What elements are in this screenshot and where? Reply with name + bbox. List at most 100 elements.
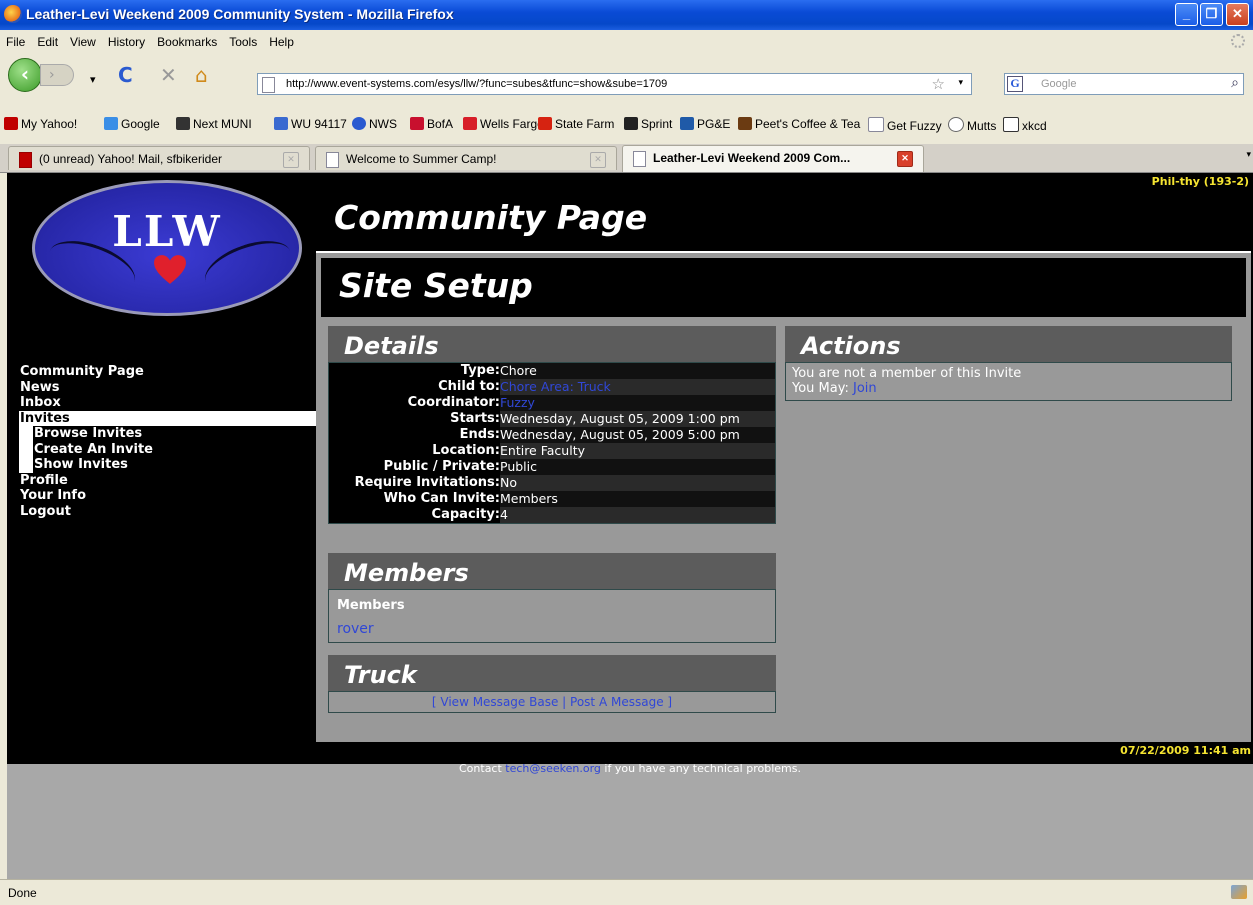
contact-email-link[interactable]: tech@seeken.org [505, 762, 601, 775]
details-row: Type: Chore [329, 363, 775, 379]
window-frame-edge [0, 173, 7, 879]
search-placeholder: Google [1041, 78, 1077, 90]
tab-close-icon[interactable]: ✕ [590, 152, 606, 168]
pge-icon [680, 117, 694, 130]
yahoo-icon [19, 152, 32, 168]
bookmark-peets[interactable]: Peet's Coffee & Tea [738, 117, 860, 131]
tab-list-dropdown-icon[interactable]: ▾ [1246, 150, 1251, 160]
window-titlebar[interactable]: Leather-Levi Weekend 2009 Community Syst… [0, 0, 1253, 30]
forward-button[interactable]: › [40, 64, 74, 86]
details-body: Type: Chore Child to: Chore Area: Truck Co… [328, 362, 776, 524]
view-message-base-link[interactable]: View Message Base [440, 695, 558, 709]
bookmark-next-muni[interactable]: Next MUNI [176, 117, 252, 131]
menu-file[interactable]: File [0, 30, 31, 49]
details-row: Public / Private: Public [329, 459, 775, 475]
nav-invites-submenu: Browse Invites Create An Invite Show Inv… [19, 426, 317, 473]
bookmark-google[interactable]: Google [104, 117, 160, 131]
details-table: Type: Chore Child to: Chore Area: Truck Co… [329, 363, 775, 523]
menu-bar: File Edit View History Bookmarks Tools Help [0, 30, 1253, 52]
bookmark-state-farm[interactable]: State Farm [538, 117, 614, 131]
current-user[interactable]: Phil-thy (193-2) [1152, 175, 1249, 188]
nav-browse-invites[interactable]: Browse Invites [33, 426, 317, 442]
mutts-icon [948, 117, 964, 132]
xkcd-icon [1003, 117, 1019, 132]
bookmark-star-icon[interactable]: ☆ [932, 75, 945, 93]
minimize-button[interactable]: _ [1175, 3, 1198, 26]
close-button[interactable]: ✕ [1226, 3, 1249, 26]
page-icon [868, 117, 884, 132]
menu-edit[interactable]: Edit [31, 30, 64, 49]
menu-history[interactable]: History [102, 30, 151, 49]
actions-body: You are not a member of this Invite You … [785, 362, 1232, 401]
yahoo-icon [4, 117, 18, 130]
tab-strip: (0 unread) Yahoo! Mail, sfbikerider ✕ We… [0, 144, 1253, 173]
truck-panel: Truck [ View Message Base | Post A Messa… [328, 655, 776, 713]
truck-body: [ View Message Base | Post A Message ] [328, 691, 776, 713]
nav-show-invites[interactable]: Show Invites [33, 457, 317, 473]
details-panel: Details Type: Chore Child to: Chore Area: … [328, 326, 776, 524]
section-header: Site Setup [321, 258, 1246, 317]
addon-status-icon[interactable] [1231, 885, 1247, 899]
bookmark-nws[interactable]: NWS [352, 117, 397, 131]
tab-summer-camp[interactable]: Welcome to Summer Camp! ✕ [315, 146, 617, 170]
bofa-icon [410, 117, 424, 130]
nav-logout[interactable]: Logout [19, 504, 317, 520]
window-title: Leather-Levi Weekend 2009 Community Syst… [26, 6, 454, 22]
nav-news[interactable]: News [19, 380, 317, 396]
child-to-link[interactable]: Chore Area: Truck [500, 379, 611, 394]
status-text: Done [8, 886, 37, 900]
bookmark-wells-fargo[interactable]: Wells Fargo [463, 117, 544, 131]
bookmark-bofa[interactable]: BofA [410, 117, 453, 131]
actions-panel: Actions You are not a member of this Inv… [785, 326, 1232, 401]
url-bar[interactable]: http://www.event-systems.com/esys/llw/?f… [257, 73, 972, 95]
bookmark-my-yahoo[interactable]: My Yahoo! [4, 117, 77, 131]
tab-llw-active[interactable]: Leather-Levi Weekend 2009 Com... ✕ [622, 145, 924, 172]
bookmark-pge[interactable]: PG&E [680, 117, 730, 131]
sprint-icon [624, 117, 638, 130]
nav-profile[interactable]: Profile [19, 473, 317, 489]
menu-tools[interactable]: Tools [223, 30, 263, 49]
home-icon[interactable]: ⌂ [195, 64, 208, 86]
stop-icon[interactable]: ✕ [160, 64, 177, 86]
bookmark-sprint[interactable]: Sprint [624, 117, 672, 131]
menu-bookmarks[interactable]: Bookmarks [151, 30, 223, 49]
nws-icon [352, 117, 366, 130]
llw-logo: LLW [32, 180, 302, 316]
join-link[interactable]: Join [853, 381, 877, 396]
menu-help[interactable]: Help [263, 30, 300, 49]
member-link[interactable]: rover [337, 621, 374, 637]
reload-icon[interactable]: C [118, 64, 133, 86]
nav-inbox[interactable]: Inbox [19, 395, 317, 411]
bookmark-xkcd[interactable]: xkcd [1003, 117, 1047, 133]
members-subheading: Members [337, 598, 405, 613]
menu-view[interactable]: View [64, 30, 102, 49]
page-title: Community Page [334, 198, 648, 237]
search-icon[interactable]: ⌕ [1231, 75, 1239, 91]
muni-icon [176, 117, 190, 130]
bookmark-get-fuzzy[interactable]: Get Fuzzy [868, 117, 942, 133]
url-dropdown-icon[interactable]: ▾ [958, 78, 963, 88]
coordinator-link[interactable]: Fuzzy [500, 395, 535, 410]
bookmark-mutts[interactable]: Mutts [948, 117, 996, 133]
post-message-link[interactable]: Post A Message [570, 695, 664, 709]
nav-your-info[interactable]: Your Info [19, 488, 317, 504]
left-navigation: Community Page News Inbox Invites Browse… [19, 364, 317, 519]
tab-close-icon[interactable]: ✕ [283, 152, 299, 168]
search-input[interactable]: G Google ⌕ [1004, 73, 1244, 95]
bookmark-wu[interactable]: WU 94117 [274, 117, 347, 131]
nav-create-invite[interactable]: Create An Invite [33, 441, 317, 457]
details-row: Child to: Chore Area: Truck [329, 379, 775, 395]
history-dropdown-icon[interactable]: ▾ [90, 69, 96, 91]
tab-close-icon[interactable]: ✕ [897, 151, 913, 167]
back-button[interactable]: ‹ [8, 58, 42, 92]
nav-invites[interactable]: Invites [19, 410, 317, 426]
tab-yahoo-mail[interactable]: (0 unread) Yahoo! Mail, sfbikerider ✕ [8, 146, 310, 170]
maximize-button[interactable]: ❐ [1200, 3, 1223, 26]
page-icon [633, 151, 646, 167]
google-icon[interactable]: G [1007, 76, 1023, 92]
state-farm-icon [538, 117, 552, 130]
details-heading: Details [328, 326, 776, 362]
nav-community-page[interactable]: Community Page [19, 364, 317, 380]
throbber-icon [1231, 34, 1245, 48]
page-icon [262, 77, 275, 93]
